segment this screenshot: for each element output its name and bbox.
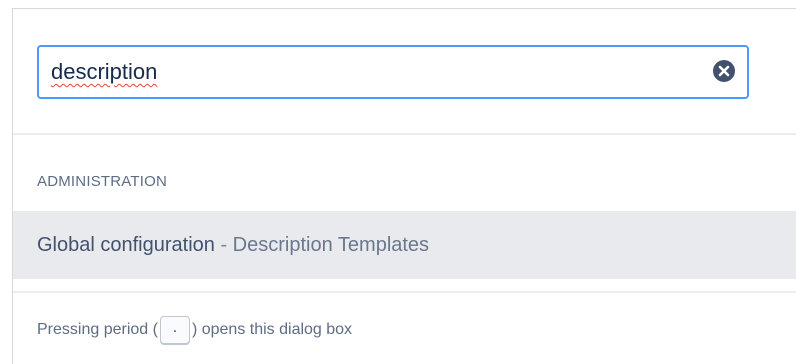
result-item-global-configuration[interactable]: Global configuration - Description Templ… xyxy=(13,211,796,279)
hint-text-after: ) opens this dialog box xyxy=(191,321,353,338)
clear-icon[interactable] xyxy=(713,60,735,82)
search-dialog: ADMINISTRATION Global configuration - De… xyxy=(12,8,796,364)
search-field[interactable] xyxy=(37,45,749,99)
result-item-label: Global configuration - Description Templ… xyxy=(37,211,429,279)
divider xyxy=(13,291,796,293)
keyboard-hint: Pressing period (.) opens this dialog bo… xyxy=(37,315,352,345)
section-heading: ADMINISTRATION xyxy=(37,173,168,190)
period-key: . xyxy=(159,315,190,344)
hint-text-before: Pressing period ( xyxy=(37,321,158,338)
result-secondary-text: Description Templates xyxy=(232,234,430,256)
search-input[interactable] xyxy=(51,47,699,97)
result-separator: - xyxy=(214,234,233,256)
result-primary-text: Global configuration xyxy=(37,234,215,256)
divider xyxy=(13,133,796,135)
